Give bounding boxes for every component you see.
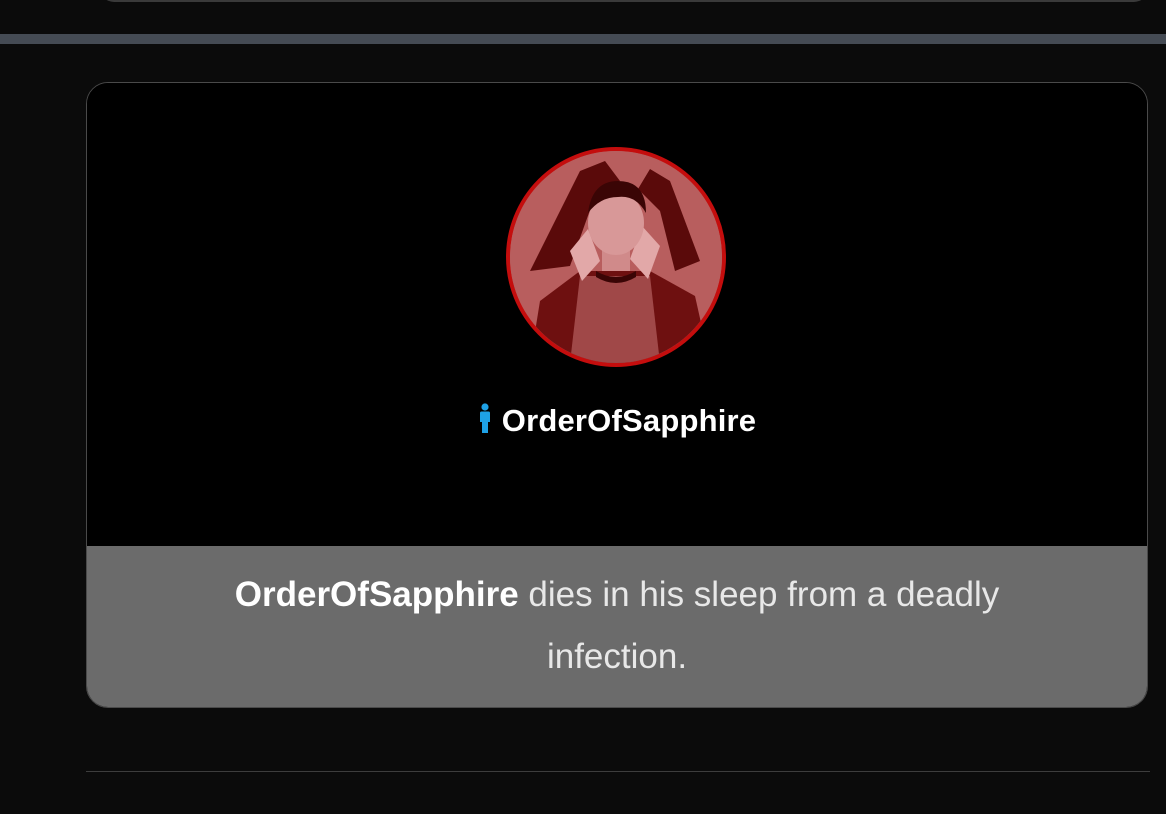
section-divider (0, 34, 1166, 44)
avatar-image (510, 151, 722, 363)
event-message-line-1: OrderOfSapphire dies in his sleep from a… (87, 564, 1147, 626)
event-text-line-2: infection. (546, 637, 688, 676)
event-actor-name: OrderOfSapphire (234, 575, 519, 614)
event-text-line-1: dies in his sleep from a deadly (518, 575, 1000, 614)
tribute-name-row: OrderOfSapphire (87, 403, 1147, 439)
tribute-avatar (506, 147, 726, 367)
page: OrderOfSapphire OrderOfSapphire dies in … (0, 0, 1166, 814)
event-card: OrderOfSapphire OrderOfSapphire dies in … (86, 82, 1148, 708)
tribute-area: OrderOfSapphire (87, 83, 1147, 546)
male-person-icon (479, 403, 490, 433)
bottom-divider (86, 771, 1150, 772)
tribute-name: OrderOfSapphire (501, 403, 757, 438)
event-message: OrderOfSapphire dies in his sleep from a… (87, 546, 1147, 707)
previous-card-edge (100, 0, 1148, 2)
